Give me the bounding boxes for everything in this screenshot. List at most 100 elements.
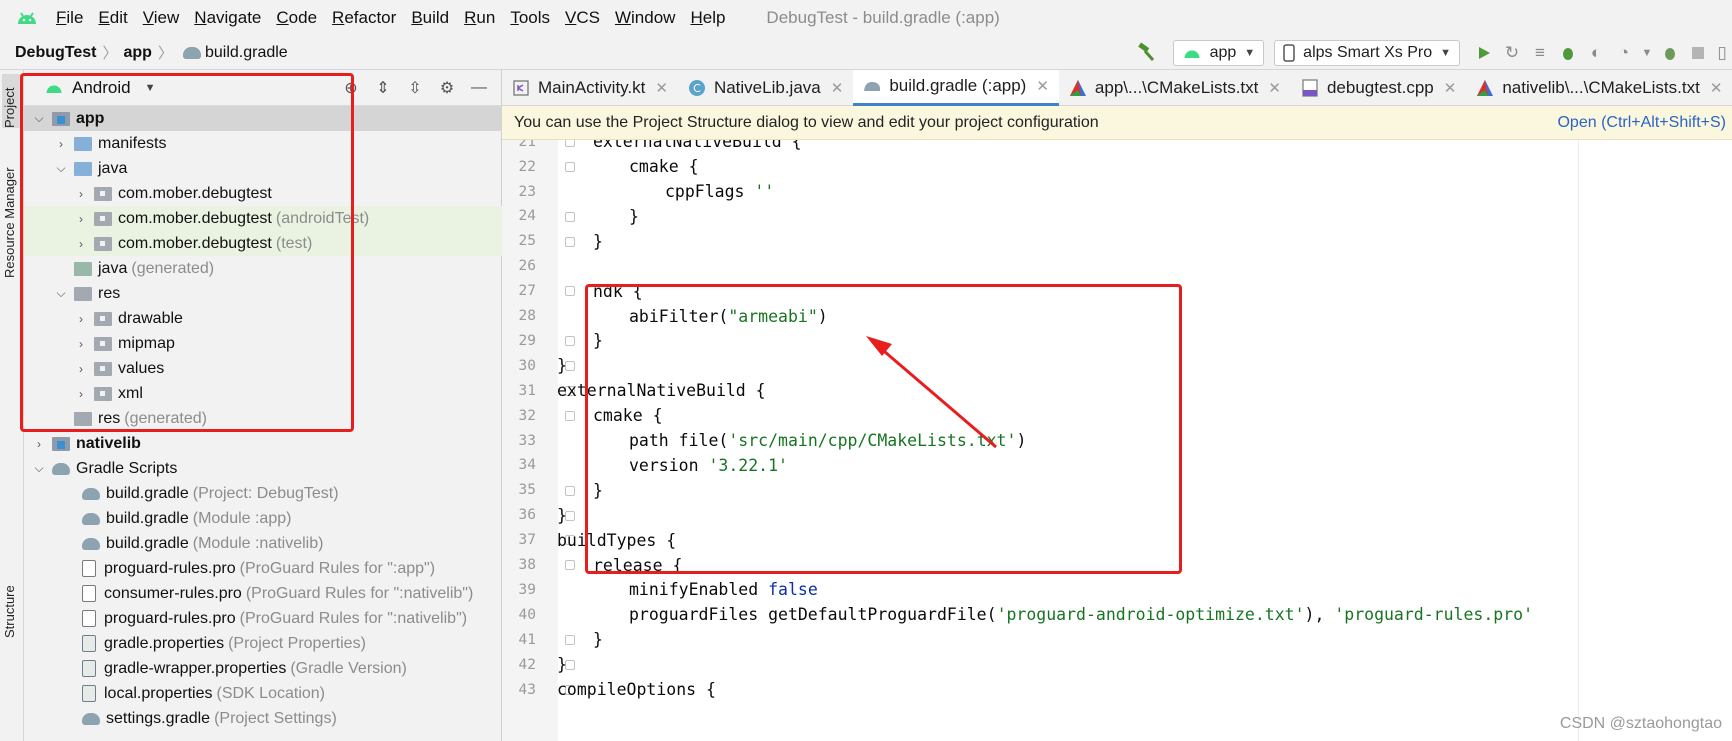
tree-node-gradle-script[interactable]: consumer-rules.pro (ProGuard Rules for ":… bbox=[24, 581, 502, 606]
breadcrumb-project[interactable]: DebugTest bbox=[15, 44, 96, 62]
close-icon[interactable]: ✕ bbox=[1268, 79, 1281, 97]
code-text: } bbox=[593, 630, 603, 650]
open-project-structure-link[interactable]: Open (Ctrl+Alt+Shift+S) bbox=[1557, 114, 1726, 132]
tree-node-gradle-script[interactable]: proguard-rules.pro (ProGuard Rules for ":… bbox=[24, 556, 502, 581]
tab-mainactivity[interactable]: MainActivity.kt ✕ bbox=[502, 70, 678, 106]
hide-panel-icon[interactable]: — bbox=[463, 75, 495, 101]
breadcrumb-module[interactable]: app bbox=[124, 44, 152, 62]
tree-node-hint: (Project Properties) bbox=[228, 634, 366, 652]
close-icon[interactable]: ✕ bbox=[831, 79, 844, 97]
menu-edit[interactable]: Edit bbox=[98, 8, 127, 28]
menu-window[interactable]: Window bbox=[615, 8, 675, 28]
text-file-icon bbox=[82, 560, 96, 577]
run-configuration-select[interactable]: app ▼ bbox=[1172, 40, 1265, 66]
gradle-icon bbox=[82, 487, 100, 500]
project-structure-banner: You can use the Project Structure dialog… bbox=[502, 106, 1732, 140]
hammer-icon[interactable] bbox=[1135, 41, 1159, 65]
tab-nativelib-cmakelists[interactable]: nativelib\...\CMakeLists.txt ✕ bbox=[1466, 70, 1732, 106]
menu-code[interactable]: Code bbox=[276, 8, 317, 28]
tab-build-gradle-app[interactable]: build.gradle (:app) ✕ bbox=[853, 69, 1059, 106]
chevron-right-icon[interactable]: › bbox=[32, 437, 46, 451]
menu-run[interactable]: Run bbox=[464, 8, 495, 28]
fold-marker-icon[interactable] bbox=[565, 286, 575, 297]
fold-marker-icon[interactable] bbox=[565, 560, 575, 571]
caret-down-icon: ▼ bbox=[1440, 47, 1451, 59]
close-icon[interactable]: ✕ bbox=[655, 79, 668, 97]
menu-refactor[interactable]: Refactor bbox=[332, 8, 396, 28]
menu-bar: File Edit View Navigate Code Refactor Bu… bbox=[0, 0, 1732, 36]
fold-marker-icon[interactable] bbox=[565, 140, 575, 147]
tree-node-gradle-script[interactable]: local.properties (SDK Location) bbox=[24, 681, 502, 706]
menu-build[interactable]: Build bbox=[411, 8, 449, 28]
line-number: 30 bbox=[518, 357, 536, 374]
fold-marker-icon[interactable] bbox=[565, 635, 575, 645]
android-icon bbox=[1184, 50, 1200, 58]
tab-label: app\...\CMakeLists.txt bbox=[1094, 77, 1259, 97]
properties-file-icon bbox=[82, 660, 96, 677]
breadcrumb-file[interactable]: build.gradle bbox=[205, 44, 288, 62]
tree-node-label: consumer-rules.pro bbox=[104, 584, 242, 602]
device-select[interactable]: alps Smart Xs Pro ▼ bbox=[1274, 40, 1460, 66]
project-tool-tab[interactable]: Project bbox=[2, 74, 22, 128]
line-number: 42 bbox=[518, 656, 536, 673]
fold-marker-icon[interactable] bbox=[565, 236, 575, 247]
tree-node-gradle-script[interactable]: build.gradle (Module :app) bbox=[24, 506, 502, 531]
fold-marker-icon[interactable] bbox=[565, 410, 575, 421]
debug-icon[interactable] bbox=[1554, 40, 1582, 66]
apply-code-changes-icon[interactable]: ≡ bbox=[1526, 40, 1554, 66]
fold-marker-icon[interactable] bbox=[565, 336, 575, 347]
tree-node-hint: (Module :app) bbox=[192, 509, 292, 527]
device-manager-icon[interactable]: ▯ bbox=[1712, 40, 1732, 66]
more-run-options-icon[interactable]: ▼ bbox=[1638, 40, 1656, 66]
run-icon[interactable] bbox=[1470, 40, 1498, 66]
tab-app-cmakelists[interactable]: app\...\CMakeLists.txt ✕ bbox=[1059, 70, 1291, 106]
gear-icon[interactable]: ⚙ bbox=[431, 75, 463, 101]
structure-tool-tab[interactable]: Structure bbox=[2, 568, 22, 638]
line-number: 35 bbox=[518, 482, 536, 499]
profile-icon[interactable]: ◐ bbox=[1582, 40, 1610, 66]
tree-node-gradle-script[interactable]: proguard-rules.pro (ProGuard Rules for ":… bbox=[24, 606, 502, 631]
code-text: compileOptions { bbox=[557, 680, 716, 700]
close-icon[interactable]: ✕ bbox=[1710, 79, 1723, 97]
banner-message: You can use the Project Structure dialog… bbox=[514, 113, 1099, 131]
tree-node-gradle-scripts[interactable]: ⌵ Gradle Scripts bbox=[24, 456, 502, 481]
apply-changes-icon[interactable]: ↻ bbox=[1498, 40, 1526, 66]
line-number: 29 bbox=[518, 332, 536, 349]
tree-node-gradle-script[interactable]: gradle.properties (Project Properties) bbox=[24, 631, 502, 656]
tab-nativelib-java[interactable]: C NativeLib.java ✕ bbox=[678, 70, 853, 106]
tree-node-gradle-script[interactable]: settings.gradle (Project Settings) bbox=[24, 706, 502, 731]
menu-help[interactable]: Help bbox=[690, 8, 725, 28]
attach-debugger-icon[interactable] bbox=[1656, 40, 1684, 66]
menu-view[interactable]: View bbox=[143, 8, 180, 28]
resource-manager-tool-tab[interactable]: Resource Manager bbox=[2, 156, 22, 278]
close-icon[interactable]: ✕ bbox=[1444, 79, 1457, 97]
collapse-all-icon[interactable]: ⇳ bbox=[399, 75, 431, 101]
tree-node-gradle-script[interactable]: gradle-wrapper.properties (Gradle Version… bbox=[24, 656, 502, 681]
menu-vcs[interactable]: VCS bbox=[565, 8, 600, 28]
stop-icon[interactable] bbox=[1684, 40, 1712, 66]
fold-marker-icon[interactable] bbox=[565, 211, 575, 222]
expand-all-icon[interactable]: ⇕ bbox=[367, 75, 399, 101]
tab-debugtest-cpp[interactable]: debugtest.cpp ✕ bbox=[1291, 70, 1466, 106]
menu-file[interactable]: File bbox=[56, 8, 83, 28]
line-number: 37 bbox=[518, 532, 536, 549]
menu-navigate[interactable]: Navigate bbox=[194, 8, 261, 28]
module-folder-icon bbox=[52, 436, 70, 451]
fold-marker-icon[interactable] bbox=[565, 161, 575, 172]
tree-node-gradle-script[interactable]: build.gradle (Project: DebugTest) bbox=[24, 481, 502, 506]
gradle-icon bbox=[82, 712, 100, 725]
line-number: 21 bbox=[518, 140, 536, 150]
menu-tools[interactable]: Tools bbox=[510, 8, 550, 28]
coverage-icon[interactable]: ◔ bbox=[1610, 40, 1638, 66]
fold-marker-icon[interactable] bbox=[565, 485, 575, 496]
tree-node-label: proguard-rules.pro bbox=[104, 609, 236, 627]
tree-node-nativelib[interactable]: › nativelib bbox=[24, 431, 502, 456]
tree-node-label: Gradle Scripts bbox=[76, 459, 178, 477]
editor-tabs: MainActivity.kt ✕ C NativeLib.java ✕ bui… bbox=[502, 69, 1732, 106]
code-line: 40 proguardFiles getDefaultProguardFile('… bbox=[502, 601, 1732, 629]
chevron-right-icon: 〉 bbox=[102, 45, 118, 62]
close-icon[interactable]: ✕ bbox=[1036, 77, 1049, 95]
chevron-down-icon[interactable]: ⌵ bbox=[32, 461, 46, 476]
tree-node-gradle-script[interactable]: build.gradle (Module :nativelib) bbox=[24, 531, 502, 556]
tree-node-hint: (Module :nativelib) bbox=[192, 534, 324, 552]
